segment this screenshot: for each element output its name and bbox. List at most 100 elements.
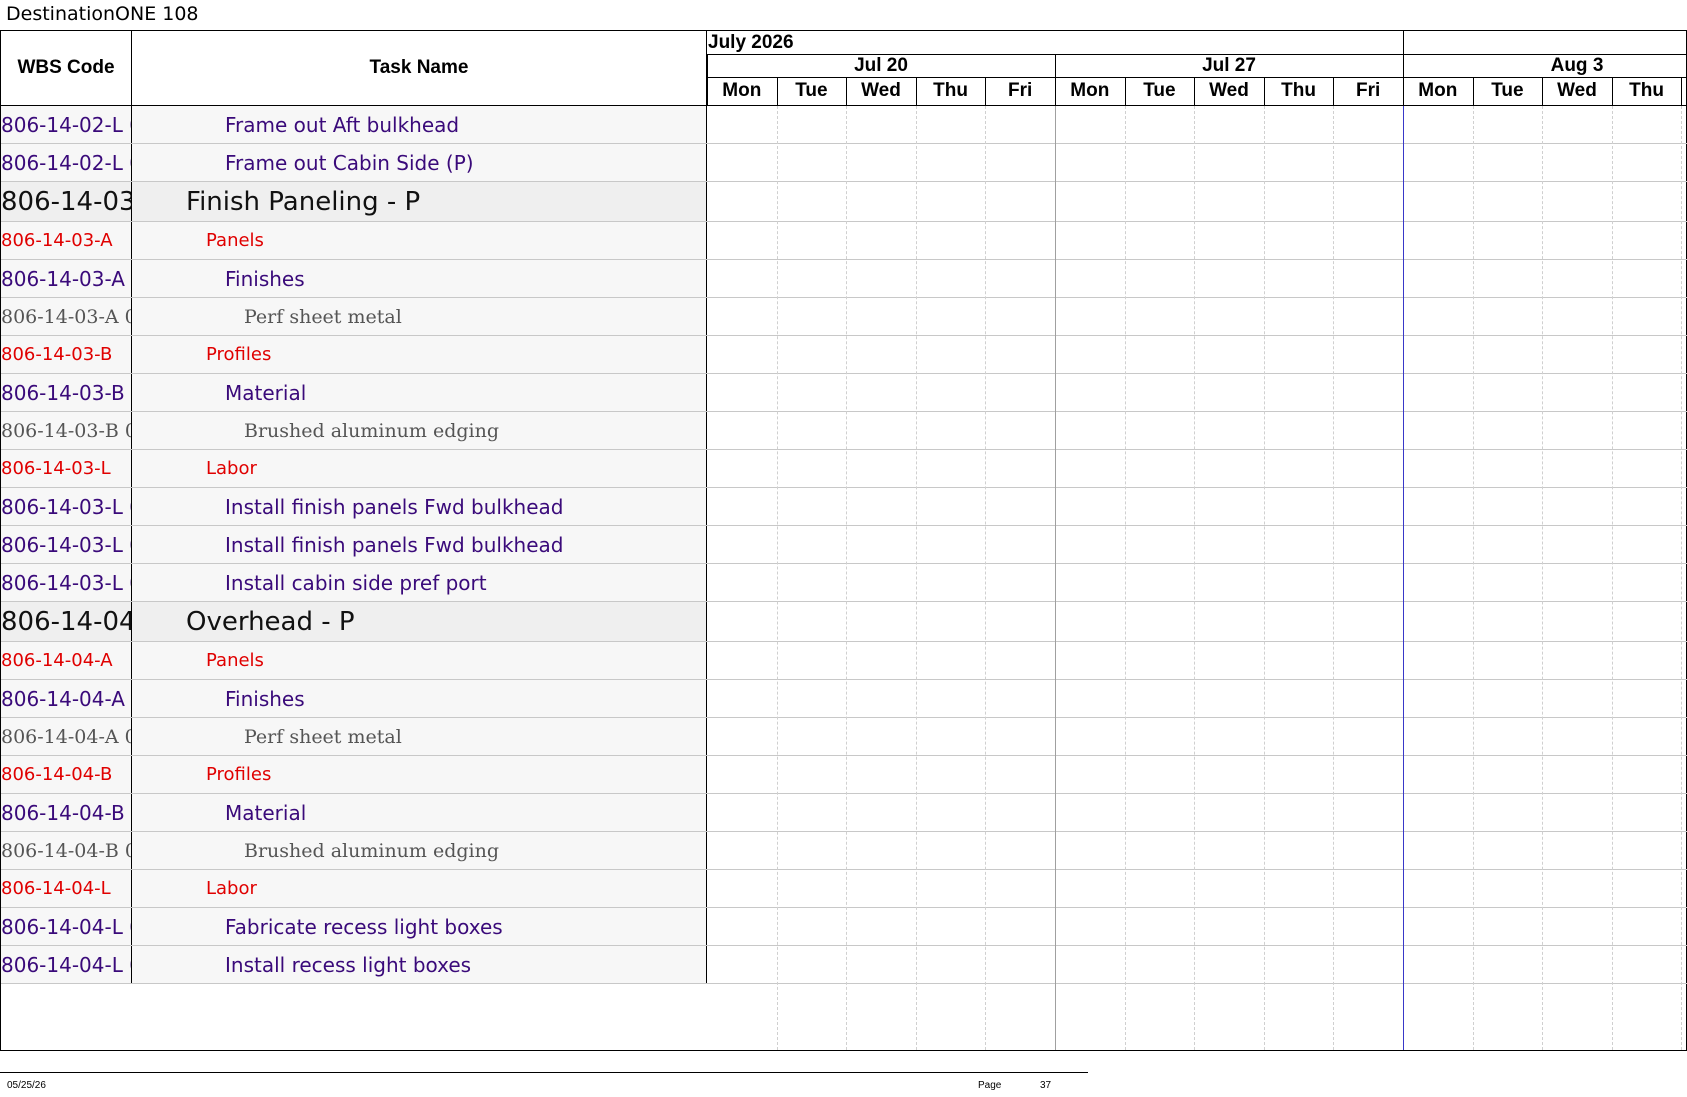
day-header: Wed xyxy=(1557,80,1597,101)
day-header: Mon xyxy=(722,80,762,101)
wbs-code-cell[interactable]: 806-14-03-L 02 xyxy=(1,526,132,563)
week-start-line xyxy=(1403,106,1404,1050)
task-name-cell[interactable]: Material xyxy=(132,374,707,411)
day-header: Tue xyxy=(795,80,828,101)
wbs-code-cell[interactable]: 806-14-04-A 01 xyxy=(1,680,132,717)
task-name-cell[interactable]: Labor xyxy=(132,870,707,907)
wbs-code-cell[interactable]: 806-14-04-A xyxy=(1,642,132,679)
task-name-cell[interactable]: Install recess light boxes xyxy=(132,946,707,983)
day-gridline xyxy=(1055,106,1056,1050)
wbs-code-cell[interactable]: 806-14-04-A 01 xyxy=(1,718,132,755)
header-rule xyxy=(846,77,848,105)
wbs-code-cell[interactable]: 806-14-03-B 01 xyxy=(1,412,132,449)
table-row[interactable]: 806-14-03-A Panels xyxy=(1,222,1687,260)
table-row[interactable]: 806-14-03-L 03Install cabin side pref po… xyxy=(1,564,1687,602)
table-row[interactable]: 806-14-03-L 01Install finish panels Fwd … xyxy=(1,488,1687,526)
wbs-code-cell[interactable]: 806-14-04 xyxy=(1,602,132,641)
table-row[interactable]: 806-14-04-A 01Perf sheet metal xyxy=(1,718,1687,756)
task-name-cell[interactable]: Frame out Aft bulkhead xyxy=(132,106,707,143)
wbs-code-cell[interactable]: 806-14-02-L 02 xyxy=(1,144,132,181)
day-header: Tue xyxy=(1491,80,1524,101)
day-gridline xyxy=(1611,106,1613,1050)
table-row[interactable]: 806-14-03-B 01Material xyxy=(1,374,1687,412)
task-name-cell[interactable]: Finishes xyxy=(132,260,707,297)
table-row[interactable]: 806-14-03 Finish Paneling - P xyxy=(1,182,1687,222)
wbs-code-cell[interactable]: 806-14-04-B 01 xyxy=(1,832,132,869)
wbs-code-cell[interactable]: 806-14-03 xyxy=(1,182,132,221)
wbs-code-cell[interactable]: 806-14-03-B xyxy=(1,336,132,373)
task-name-cell[interactable]: Install finish panels Fwd bulkhead xyxy=(132,526,707,563)
wbs-code-cell[interactable]: 806-14-04-L xyxy=(1,870,132,907)
header-rule xyxy=(915,77,917,105)
task-name-cell[interactable]: Overhead - P xyxy=(132,602,707,641)
header-rule xyxy=(1055,54,1056,105)
task-name-cell[interactable]: Labor xyxy=(132,450,707,487)
task-name-cell[interactable]: Brushed aluminum edging xyxy=(132,832,707,869)
task-name-cell[interactable]: Perf sheet metal xyxy=(132,718,707,755)
day-gridline xyxy=(915,106,917,1050)
task-name-cell[interactable]: Brushed aluminum edging xyxy=(132,412,707,449)
wbs-code-cell[interactable]: 806-14-04-B 01 xyxy=(1,794,132,831)
task-name-cell[interactable]: Install cabin side pref port xyxy=(132,564,707,601)
table-row[interactable]: 806-14-03-A 01Perf sheet metal xyxy=(1,298,1687,336)
table-row[interactable]: 806-14-03-B 01Brushed aluminum edging xyxy=(1,412,1687,450)
task-name-cell[interactable]: Frame out Cabin Side (P) xyxy=(132,144,707,181)
task-name-cell[interactable]: Panels xyxy=(132,642,707,679)
wbs-code-cell[interactable]: 806-14-03-L xyxy=(1,450,132,487)
day-gridline xyxy=(1194,106,1196,1050)
day-header: Mon xyxy=(1070,80,1110,101)
day-header: Fri xyxy=(1356,80,1381,101)
table-row[interactable]: 806-14-04-A Panels xyxy=(1,642,1687,680)
page-number: 37 xyxy=(1040,1080,1052,1091)
header-rule xyxy=(1403,31,1404,105)
task-name-cell[interactable]: Material xyxy=(132,794,707,831)
header-rule xyxy=(1681,77,1683,105)
wbs-code-cell[interactable]: 806-14-03-L 01 xyxy=(1,488,132,525)
task-name-cell[interactable]: Finishes xyxy=(132,680,707,717)
table-row[interactable]: 806-14-03-L Labor xyxy=(1,450,1687,488)
day-header: Thu xyxy=(1281,80,1316,101)
task-name-cell[interactable]: Install finish panels Fwd bulkhead xyxy=(132,488,707,525)
table-row[interactable]: 806-14-02-L 02Frame out Cabin Side (P) xyxy=(1,144,1687,182)
wbs-code-cell[interactable]: 806-14-03-A 01 xyxy=(1,260,132,297)
wbs-code-cell[interactable]: 806-14-04-L 01 xyxy=(1,908,132,945)
wbs-code-cell[interactable]: 806-14-03-L 03 xyxy=(1,564,132,601)
week-header: Jul 20 xyxy=(854,55,908,76)
day-header: Wed xyxy=(1209,80,1249,101)
table-row[interactable]: 806-14-04-L 02Install recess light boxes xyxy=(1,946,1687,984)
table-row[interactable]: 806-14-03-L 02Install finish panels Fwd … xyxy=(1,526,1687,564)
wbs-column-header[interactable]: WBS Code xyxy=(1,31,132,105)
table-row[interactable]: 806-14-04-A 01Finishes xyxy=(1,680,1687,718)
table-row[interactable]: 806-14-04-B Profiles xyxy=(1,756,1687,794)
task-column-header[interactable]: Task Name xyxy=(132,31,707,105)
week-header: Jul 27 xyxy=(1202,55,1256,76)
day-header: Wed xyxy=(861,80,901,101)
header-rule xyxy=(707,54,708,105)
wbs-code-cell[interactable]: 806-14-03-B 01 xyxy=(1,374,132,411)
table-row[interactable]: 806-14-04-B 01Material xyxy=(1,794,1687,832)
task-name-cell[interactable]: Profiles xyxy=(132,336,707,373)
table-row[interactable]: 806-14-03-A 01Finishes xyxy=(1,260,1687,298)
table-row[interactable]: 806-14-02-L 01Frame out Aft bulkhead xyxy=(1,106,1687,144)
wbs-code-cell[interactable]: 806-14-03-A 01 xyxy=(1,298,132,335)
table-row[interactable]: 806-14-04-B 01Brushed aluminum edging xyxy=(1,832,1687,870)
task-name-cell[interactable]: Fabricate recess light boxes xyxy=(132,908,707,945)
header-rule xyxy=(1542,77,1544,105)
wbs-code-cell[interactable]: 806-14-04-L 02 xyxy=(1,946,132,983)
wbs-code-cell[interactable]: 806-14-03-A xyxy=(1,222,132,259)
task-name-cell[interactable]: Perf sheet metal xyxy=(132,298,707,335)
wbs-code-cell[interactable]: 806-14-04-B xyxy=(1,756,132,793)
table-row[interactable]: 806-14-04-L 01Fabricate recess light box… xyxy=(1,908,1687,946)
wbs-code-cell[interactable]: 806-14-02-L 01 xyxy=(1,106,132,143)
task-name-cell[interactable]: Panels xyxy=(132,222,707,259)
table-row[interactable]: 806-14-04 Overhead - P xyxy=(1,602,1687,642)
day-gridline xyxy=(846,106,848,1050)
task-name-cell[interactable]: Profiles xyxy=(132,756,707,793)
table-row[interactable]: 806-14-03-B Profiles xyxy=(1,336,1687,374)
page-label: Page xyxy=(978,1080,1002,1091)
day-header: Thu xyxy=(1629,80,1664,101)
task-name-cell[interactable]: Finish Paneling - P xyxy=(132,182,707,221)
table-row[interactable]: 806-14-04-L Labor xyxy=(1,870,1687,908)
print-date: 05/25/26 xyxy=(7,1080,46,1091)
header-rule xyxy=(985,77,987,105)
